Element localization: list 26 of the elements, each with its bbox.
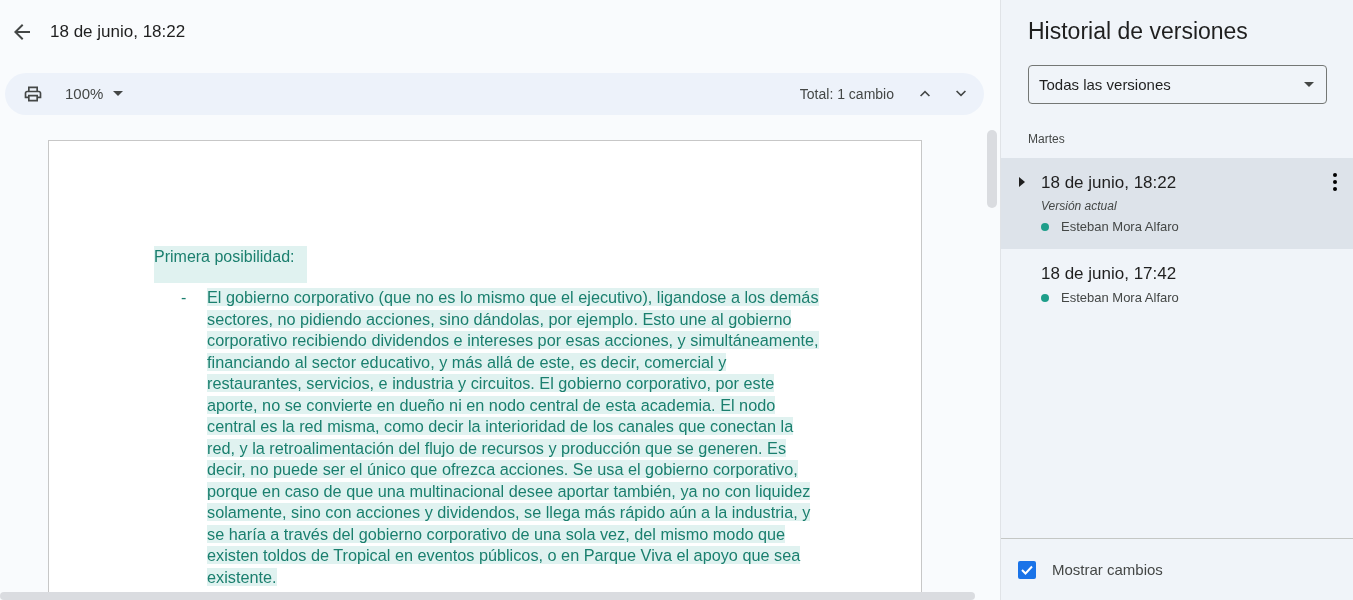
- version-title: 18 de junio, 18:22: [50, 21, 186, 42]
- author-name: Esteban Mora Alfaro: [1061, 219, 1179, 234]
- panel-title: Historial de versiones: [1028, 18, 1249, 45]
- version-item[interactable]: 18 de junio, 18:22 Versión actual Esteban Mora Alfaro: [1001, 158, 1353, 249]
- expand-triangle-icon[interactable]: [1019, 177, 1025, 187]
- version-filter-dropdown[interactable]: Todas las versiones: [1028, 65, 1327, 104]
- version-date: 18 de junio, 17:42: [1041, 264, 1178, 284]
- current-version-label: Versión actual: [1041, 199, 1118, 213]
- caret-down-icon: [113, 91, 124, 97]
- change-count: Total: 1 cambio: [799, 85, 894, 102]
- document-paragraph: El gobierno corporativo (que no es lo mismo que el ejecutivo), ligandose a los demás sectores, no pidiendo acciones, sino dándolas, por ejemplo. Esto une al gobierno corporativo recibiendo dividendos e intereses por esas acciones, y simultáneamente, financiando al sector educativo, y más allá de este, es decir, comercial y restaurantes, servicios, e industria y circuitos. El gobierno corporativo, por este aporte, no se convierte en dueño ni en nodo central de esta academia. El nodo central es la red misma, como decir la interioridad de los canales que conectan la red, y la retroalimentación del flujo de recursos y producción que se generen. Es decir, no puede ser el único que ofrezca acciones. Se usa el gobierno corporativo, porque en caso de que una multinacional desee aportar también, ya no con liquidez solamente, sino con acciones y dividendos, se llega más rápido aún a la industria, y se haría a través del gobierno corporativo de una sola vez, del mismo modo que existen toldos de Tropical en eventos públicos, o en Parque Viva el apoyo que sea existente.: [207, 287, 820, 588]
- day-group-label: Martes: [1028, 132, 1066, 146]
- horizontal-scrollbar[interactable]: [0, 592, 975, 600]
- version-date: 18 de junio, 18:22: [1041, 173, 1178, 193]
- show-changes-label: Mostrar cambios: [1052, 561, 1163, 578]
- zoom-dropdown[interactable]: 100%: [59, 84, 130, 104]
- version-item[interactable]: 18 de junio, 17:42 Esteban Mora Alfaro: [1001, 249, 1353, 315]
- vertical-scrollbar[interactable]: [987, 130, 997, 208]
- more-options-icon[interactable]: [1333, 173, 1337, 191]
- list-bullet: -: [181, 288, 188, 308]
- author-name: Esteban Mora Alfaro: [1061, 290, 1179, 305]
- chevron-up-icon: [920, 90, 930, 98]
- show-changes-checkbox[interactable]: [1018, 560, 1036, 579]
- document-heading: Primera posibilidad:: [154, 246, 307, 283]
- dropdown-caret-icon: [1304, 82, 1314, 87]
- chevron-down-icon: [956, 90, 966, 98]
